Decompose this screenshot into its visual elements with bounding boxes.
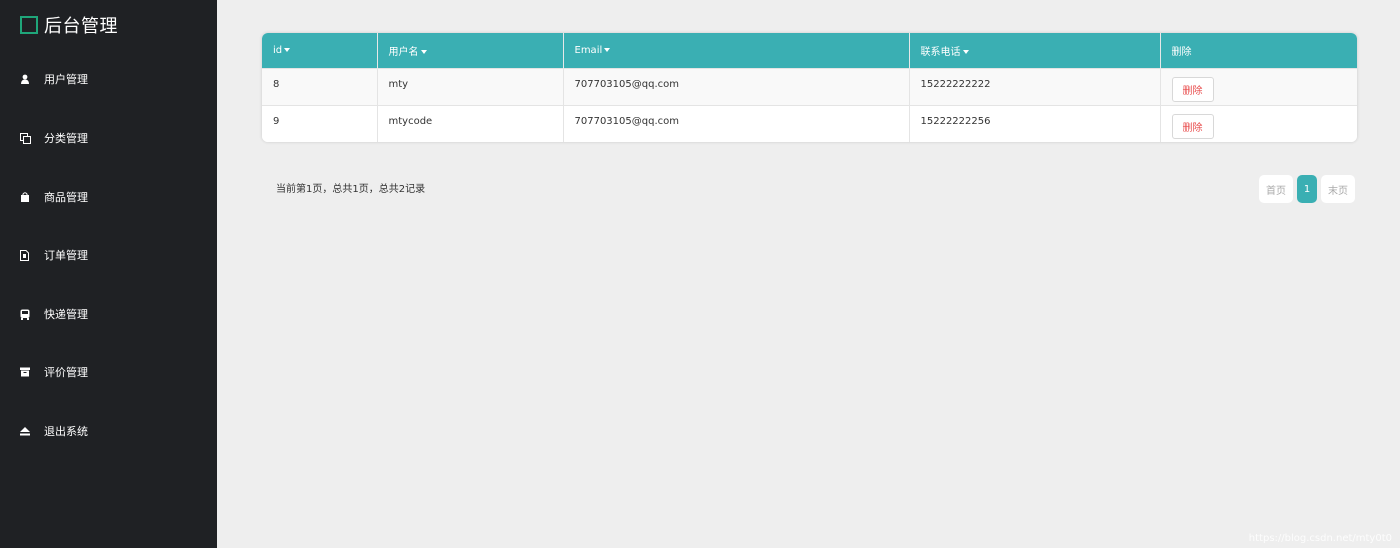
sidebar-item-label: 退出系统 xyxy=(44,425,88,438)
cell-action: 删除 xyxy=(1160,68,1357,105)
cell-email: 707703105@qq.com xyxy=(563,105,910,142)
sidebar-item-logout[interactable]: 退出系统 xyxy=(0,416,217,446)
column-header-email[interactable]: Email xyxy=(563,33,910,68)
sidebar-item-label: 用户管理 xyxy=(44,73,88,86)
watermark: https://blog.csdn.net/mty0t0 xyxy=(1248,533,1392,544)
sidebar-item-reviews[interactable]: 评价管理 xyxy=(0,357,217,387)
logo-square-icon xyxy=(20,16,38,34)
bus-icon xyxy=(20,309,44,320)
sidebar-item-label: 订单管理 xyxy=(44,249,88,262)
copy-icon xyxy=(20,132,44,144)
delete-button[interactable]: 删除 xyxy=(1171,76,1214,102)
cell-username: mty xyxy=(377,68,564,105)
archive-icon xyxy=(20,367,44,377)
brand: 后台管理 xyxy=(20,12,118,38)
cell-id: 8 xyxy=(262,68,378,105)
table-row: 8 mty 707703105@qq.com 15222222222 删除 xyxy=(262,68,1357,105)
column-header-id[interactable]: id xyxy=(262,33,378,68)
column-header-username[interactable]: 用户名 xyxy=(377,33,564,68)
brand-title: 后台管理 xyxy=(44,16,118,37)
cell-phone: 15222222256 xyxy=(909,105,1161,142)
sidebar-item-products[interactable]: 商品管理 xyxy=(0,182,217,212)
sort-caret-icon xyxy=(284,47,291,52)
sort-caret-icon xyxy=(420,49,427,54)
first-page-button[interactable]: 首页 xyxy=(1259,175,1293,203)
column-header-phone[interactable]: 联系电话 xyxy=(909,33,1161,68)
file-icon xyxy=(20,249,44,261)
pagination-info: 当前第1页，总共1页，总共2记录 xyxy=(276,184,426,195)
sidebar-item-orders[interactable]: 订单管理 xyxy=(0,240,217,270)
sidebar: 后台管理 用户管理 分类管理 商品管理 订单管理 快递管理 评价管理 退出系统 xyxy=(0,0,217,548)
table-row: 9 mtycode 707703105@qq.com 15222222256 删… xyxy=(262,105,1357,142)
sidebar-item-users[interactable]: 用户管理 xyxy=(0,64,217,94)
sidebar-item-label: 快递管理 xyxy=(44,308,88,321)
sidebar-item-shipping[interactable]: 快递管理 xyxy=(0,299,217,329)
sidebar-item-categories[interactable]: 分类管理 xyxy=(0,123,217,153)
main-content: id 用户名 Email 联系电话 删除 8 mty 707703105@qq.… xyxy=(217,0,1400,548)
last-page-button[interactable]: 末页 xyxy=(1321,175,1355,203)
sidebar-item-label: 评价管理 xyxy=(44,366,88,379)
cell-email: 707703105@qq.com xyxy=(563,68,910,105)
sidebar-item-label: 分类管理 xyxy=(44,132,88,145)
pagination: 首页 1 末页 xyxy=(1259,175,1355,203)
delete-button[interactable]: 删除 xyxy=(1171,113,1214,139)
cell-action: 删除 xyxy=(1160,105,1357,142)
cell-phone: 15222222222 xyxy=(909,68,1161,105)
column-header-delete: 删除 xyxy=(1171,46,1192,58)
sidebar-item-label: 商品管理 xyxy=(44,191,88,204)
page-number-button[interactable]: 1 xyxy=(1297,175,1317,203)
user-icon xyxy=(20,74,44,84)
shopping-bag-icon xyxy=(20,192,44,202)
sort-caret-icon xyxy=(604,47,611,52)
eject-icon xyxy=(20,426,44,436)
user-table: id 用户名 Email 联系电话 删除 8 mty 707703105@qq.… xyxy=(262,33,1357,142)
table-header-row: id 用户名 Email 联系电话 删除 xyxy=(262,33,1357,68)
sort-caret-icon xyxy=(962,49,969,54)
cell-id: 9 xyxy=(262,105,378,142)
cell-username: mtycode xyxy=(377,105,564,142)
